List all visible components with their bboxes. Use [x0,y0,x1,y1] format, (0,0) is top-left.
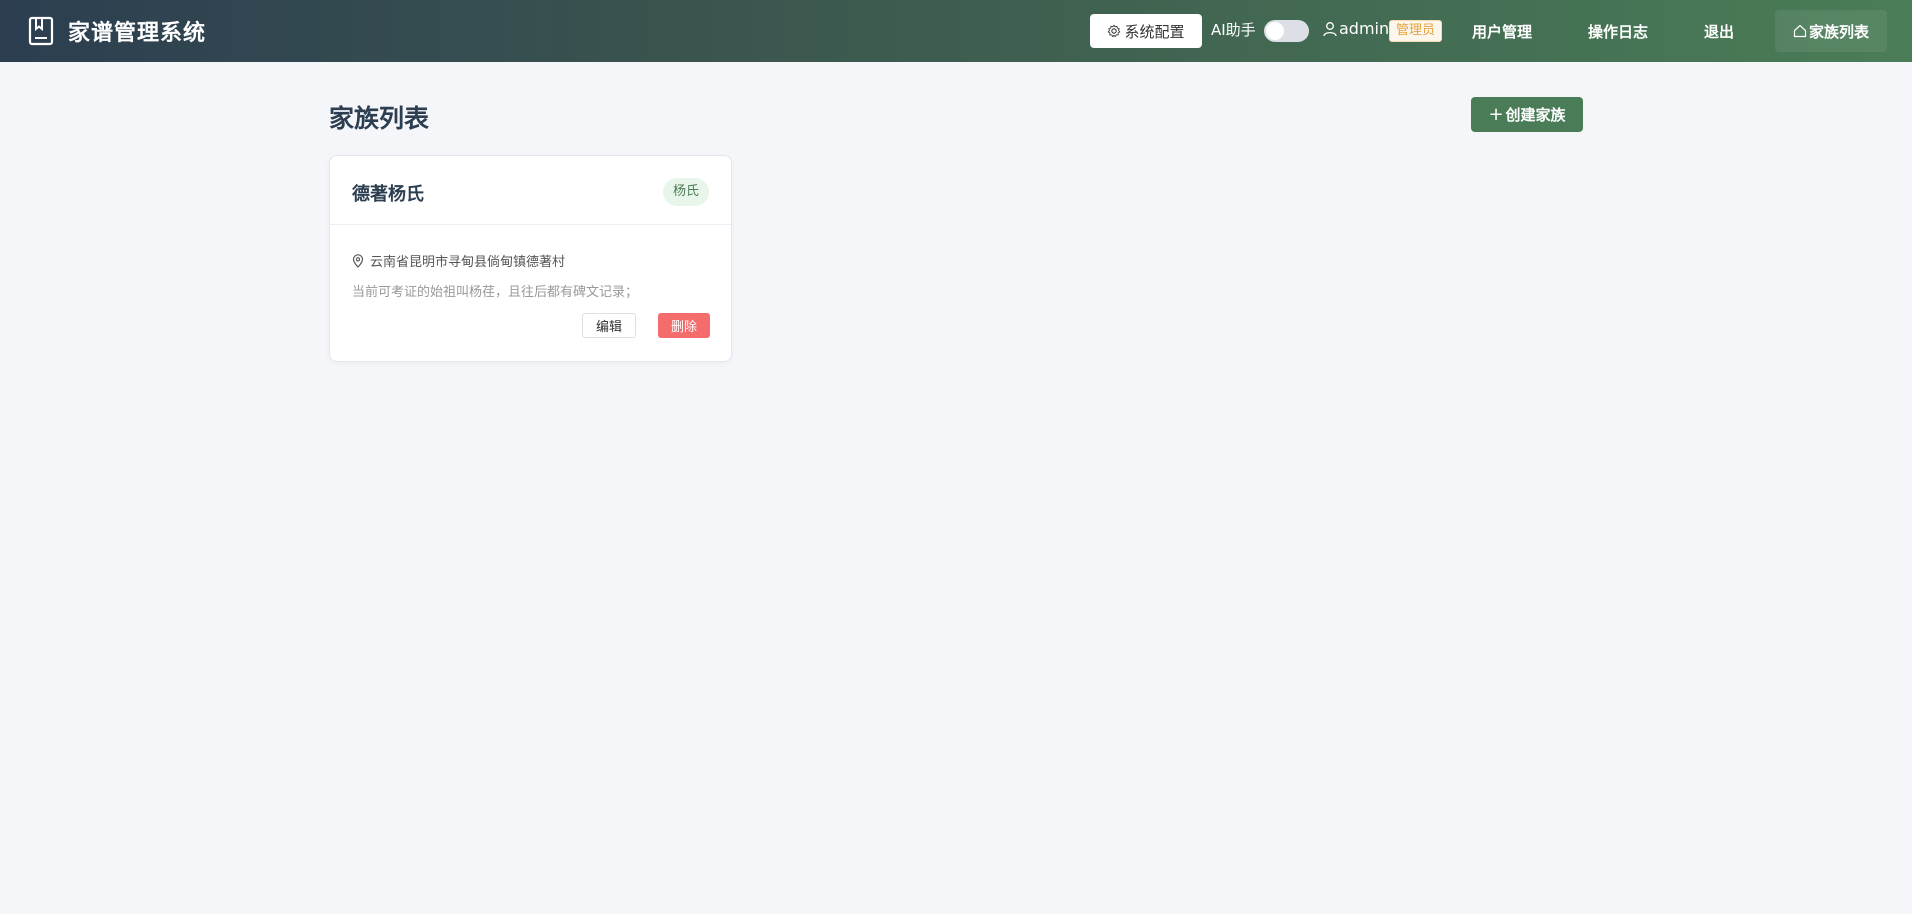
home-icon [1793,24,1807,38]
gear-icon [1108,24,1121,38]
ai-assistant-label: AI助手 [1211,21,1256,39]
nav-operation-logs[interactable]: 操作日志 [1572,10,1664,52]
brand: 家谱管理系统 [28,0,206,62]
plus-icon: + [1488,104,1504,125]
system-config-label: 系统配置 [1124,22,1185,41]
create-family-label: 创建家族 [1505,106,1566,124]
app-title: 家谱管理系统 [68,21,207,46]
toggle-knob [1266,22,1284,40]
top-header: 家谱管理系统 系统配置 AI助手 admin 管理员 用户管理 操作日志 退出 … [0,0,1912,62]
current-user: admin [1323,19,1389,38]
family-name: 德著杨氏 [352,184,424,205]
edit-family-button[interactable]: 编辑 [582,313,636,338]
nav-family-list[interactable]: 家族列表 [1775,10,1887,52]
user-icon [1323,21,1337,36]
family-location: 云南省昆明市寻甸县倘甸镇德著村 [352,251,565,270]
family-location-text: 云南省昆明市寻甸县倘甸镇德著村 [370,255,566,270]
create-family-button[interactable]: + 创建家族 [1471,97,1583,132]
ai-assistant-toggle[interactable] [1264,20,1309,42]
family-card: 德著杨氏 杨氏 云南省昆明市寻甸县倘甸镇德著村 当前可考证的始祖叫杨荏，且往后都… [329,155,732,362]
location-pin-icon [352,253,364,268]
book-icon [28,16,54,46]
username: admin [1339,19,1390,38]
nav-logout-label: 退出 [1704,22,1735,41]
nav-user-management-label: 用户管理 [1472,22,1533,41]
nav-family-list-label: 家族列表 [1808,22,1869,41]
family-description: 当前可考证的始祖叫杨荏，且往后都有碑文记录； [352,285,639,300]
role-badge: 管理员 [1389,20,1443,42]
nav-operation-logs-label: 操作日志 [1588,22,1649,41]
delete-family-button[interactable]: 删除 [658,313,710,338]
page-title: 家族列表 [329,104,430,133]
system-config-button[interactable]: 系统配置 [1090,14,1202,48]
surname-tag: 杨氏 [662,178,709,206]
nav-user-management[interactable]: 用户管理 [1456,10,1548,52]
nav-logout[interactable]: 退出 [1688,10,1750,52]
family-card-header: 德著杨氏 杨氏 [330,156,731,225]
